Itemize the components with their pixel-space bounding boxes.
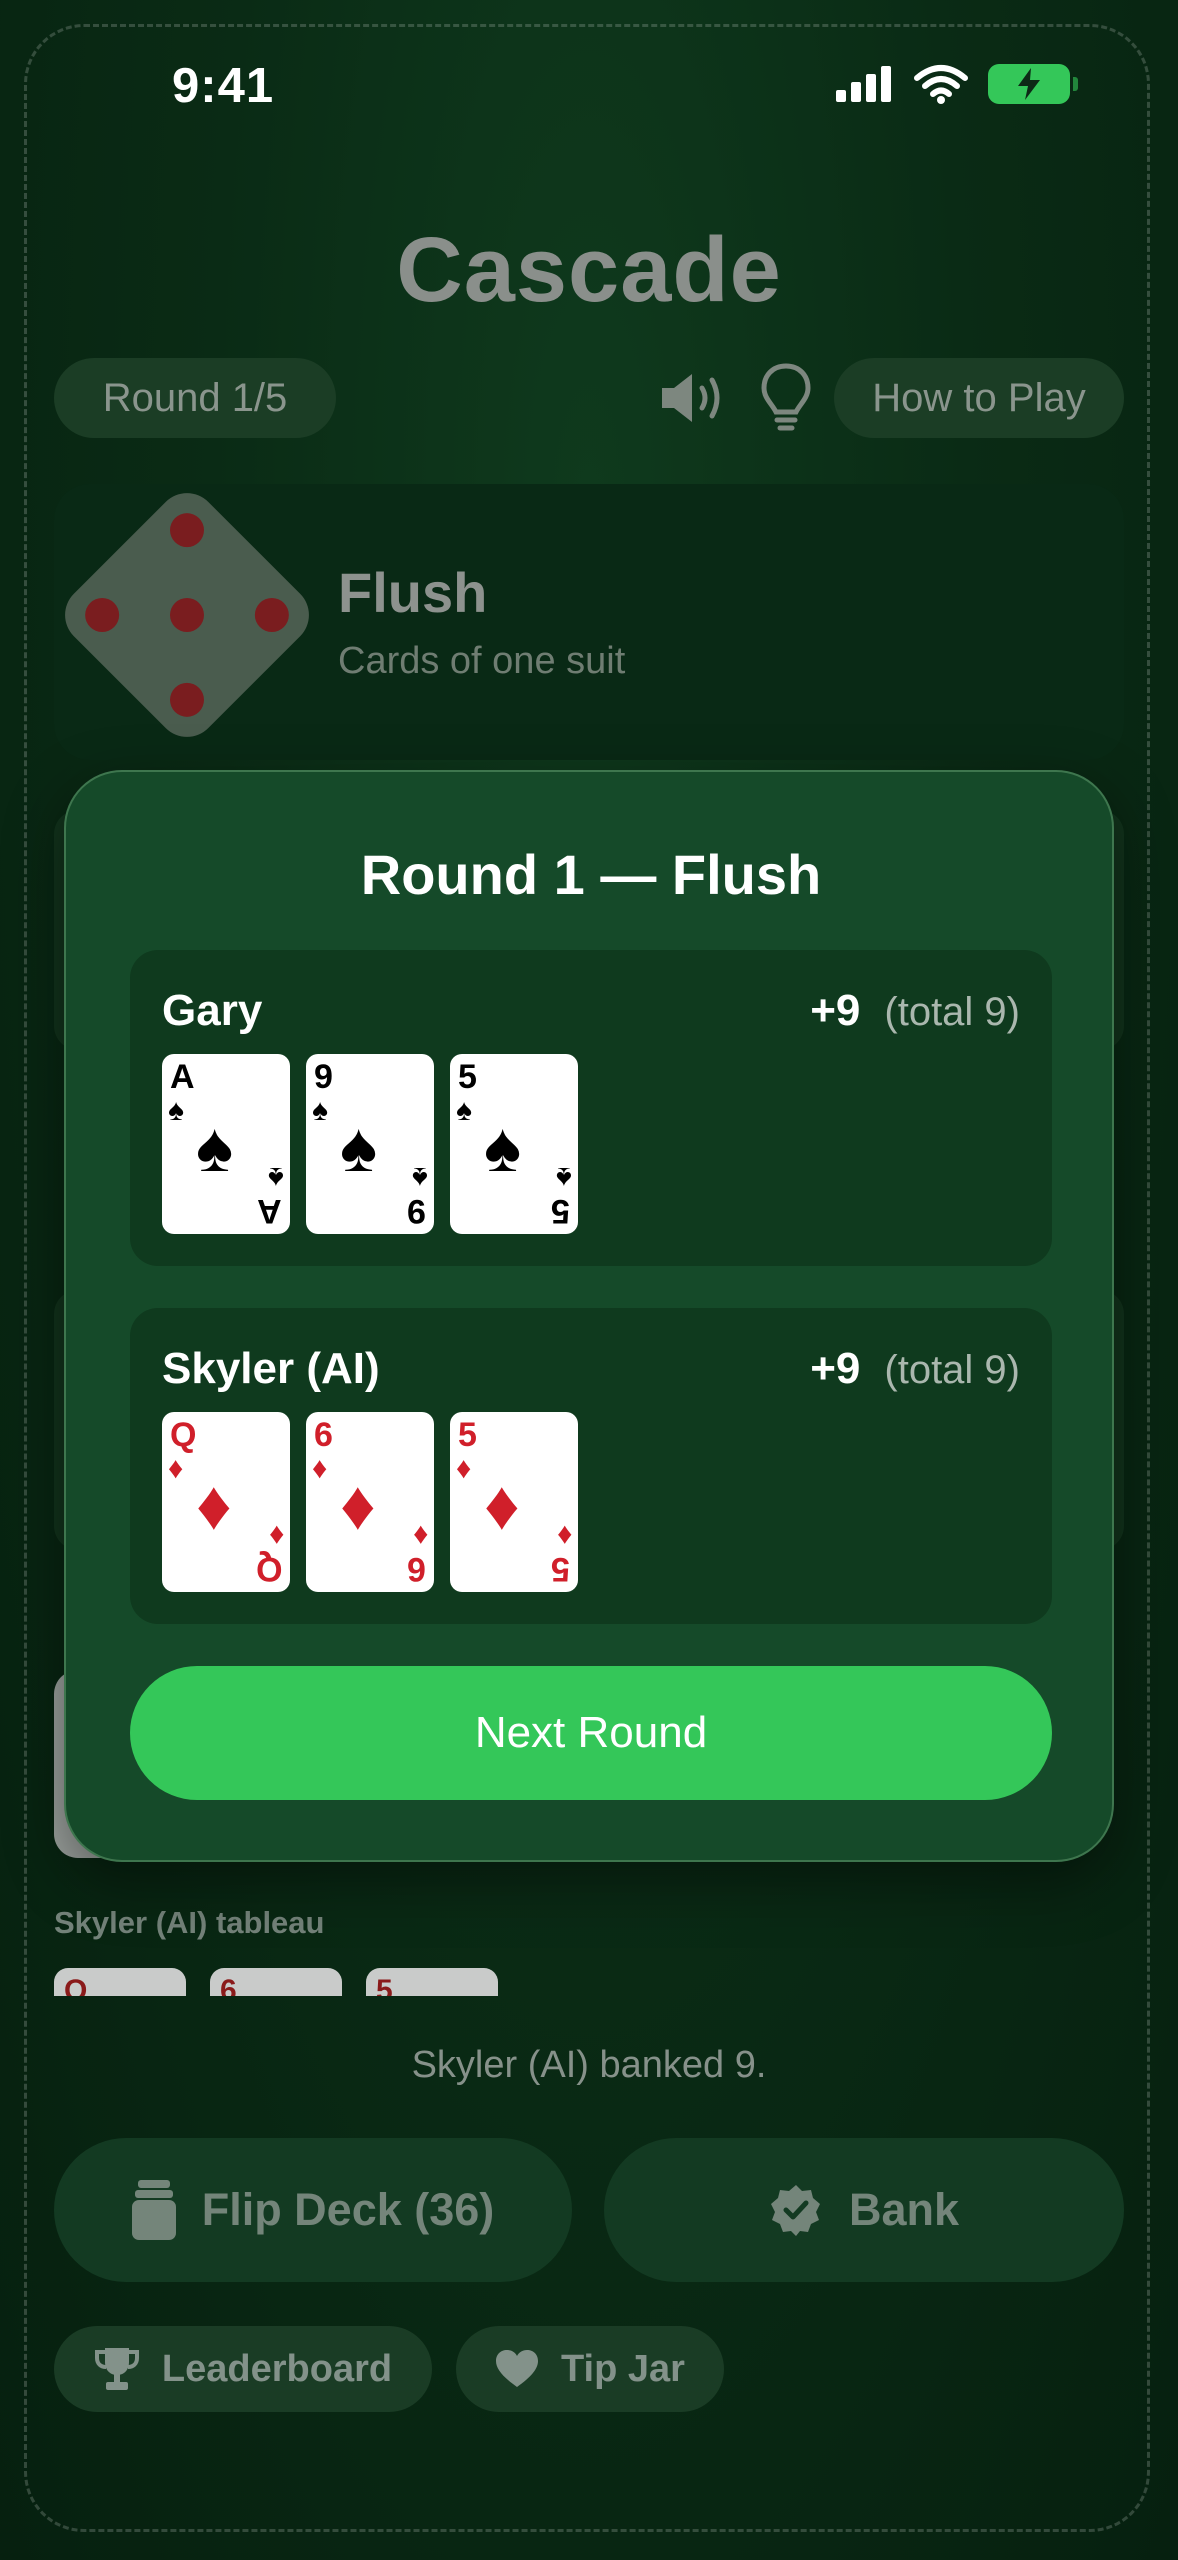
leaderboard-label: Leaderboard	[161, 2347, 393, 2390]
game-screen: 9:41 Cascade Round 1/5 How to Play Flush…	[0, 0, 1178, 2560]
playing-card: 5 ♠ ♠ ♠ 5	[450, 1054, 578, 1234]
deck-icon	[131, 2180, 176, 2240]
playing-card: 9 ♠ ♠ ♠ 9	[306, 1054, 434, 1234]
total-score: (total 9)	[884, 1348, 1020, 1392]
trophy-icon	[94, 2348, 139, 2390]
heart-icon	[496, 2350, 539, 2387]
player-name: Skyler (AI)	[162, 1344, 380, 1393]
playing-card: Q ♦ ♦ ♦ Q	[162, 1412, 290, 1592]
round-summary-modal: Round 1 — Flush Gary +9 (total 9) A ♠ ♠ …	[64, 770, 1114, 1862]
playing-card: 6 ♦ ♦ ♦ 6	[306, 1412, 434, 1592]
tip-jar-button[interactable]: Tip Jar	[456, 2326, 724, 2412]
ai-tableau-label: Skyler (AI) tableau	[54, 1905, 325, 1940]
round-score: +9	[810, 1344, 861, 1393]
mini-card: 6	[210, 1968, 342, 1996]
card-hand: Q ♦ ♦ ♦ Q 6 ♦ ♦ ♦ 6 5 ♦ ♦ ♦ 5	[162, 1412, 578, 1592]
speaker-icon[interactable]	[658, 368, 732, 428]
mini-card: 5	[366, 1968, 498, 1996]
flip-deck-button[interactable]: Flip Deck (36)	[54, 2138, 572, 2282]
flip-deck-label: Flip Deck (36)	[201, 2184, 495, 2235]
bank-button[interactable]: Bank	[604, 2138, 1124, 2282]
checkmark-seal-icon	[770, 2185, 820, 2236]
card-hand: A ♠ ♠ ♠ A 9 ♠ ♠ ♠ 9 5 ♠ ♠ ♠ 5	[162, 1054, 578, 1234]
bank-label: Bank	[848, 2184, 960, 2235]
playing-card: A ♠ ♠ ♠ A	[162, 1054, 290, 1234]
playing-card: 5 ♦ ♦ ♦ 5	[450, 1412, 578, 1592]
how-to-play-button[interactable]: How to Play	[834, 358, 1124, 438]
lightbulb-icon[interactable]	[760, 362, 812, 434]
round-score: +9	[810, 986, 861, 1035]
modal-title: Round 1 — Flush	[360, 843, 822, 906]
total-score: (total 9)	[884, 990, 1020, 1034]
player-name: Gary	[162, 986, 263, 1035]
score-summary: +9 (total 9)	[810, 986, 1020, 1036]
mini-card: Q	[54, 1968, 186, 1996]
player-result-skyler: Skyler (AI) +9 (total 9) Q ♦ ♦ ♦ Q 6 ♦ ♦…	[130, 1308, 1052, 1624]
round-indicator: Round 1/5	[54, 358, 336, 438]
tip-jar-label: Tip Jar	[561, 2347, 685, 2390]
status-message: Skyler (AI) banked 9.	[411, 2044, 767, 2086]
mode-name: Flush	[338, 561, 488, 624]
mode-description: Cards of one suit	[338, 640, 626, 682]
player-result-gary: Gary +9 (total 9) A ♠ ♠ ♠ A 9 ♠ ♠ ♠ 9 5 …	[130, 950, 1052, 1266]
score-summary: +9 (total 9)	[810, 1344, 1020, 1394]
app-title: Cascade	[396, 219, 782, 321]
leaderboard-button[interactable]: Leaderboard	[54, 2326, 432, 2412]
next-round-button[interactable]: Next Round	[130, 1666, 1052, 1800]
